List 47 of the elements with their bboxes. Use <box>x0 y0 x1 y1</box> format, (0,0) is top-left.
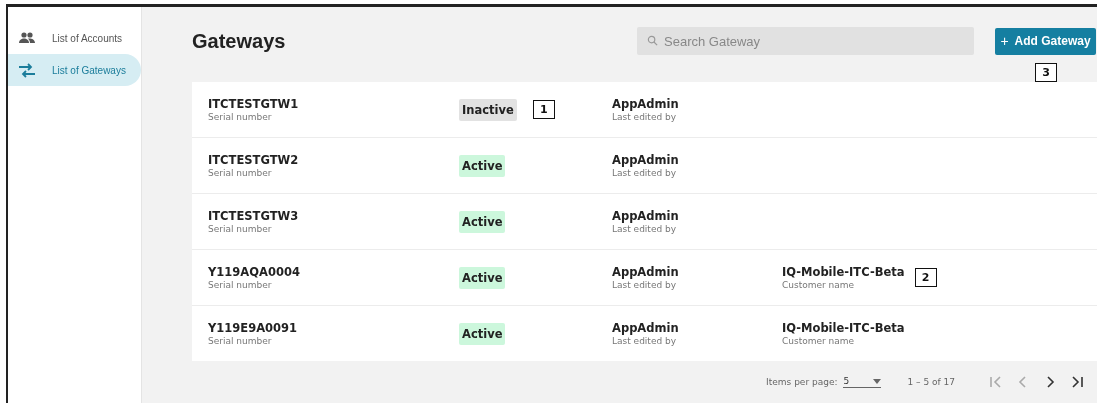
swap-arrows-icon <box>18 62 36 78</box>
callout-label: 3 <box>1035 63 1057 82</box>
field-label: Customer name <box>782 280 856 290</box>
caret-icon <box>873 378 882 384</box>
serial-number: Y119AQA0004 <box>208 265 301 279</box>
status-badge: Active <box>459 266 506 289</box>
items-per-page-label: Items per page: <box>766 377 838 387</box>
editor-name: AppAdmin <box>612 97 680 111</box>
field-label: Last edited by <box>612 224 678 234</box>
field-label: Customer name <box>782 336 856 346</box>
add-gateway-button[interactable]: + Add Gateway <box>995 27 1096 55</box>
field-label: Serial number <box>208 168 273 178</box>
status-badge: Active <box>459 210 506 233</box>
customer-name: IQ-Mobile-ITC-Beta <box>782 265 905 279</box>
field-label: Serial number <box>208 280 273 290</box>
callout-label: 1 <box>532 100 555 119</box>
page-title: Gateways <box>192 29 287 53</box>
status-badge: Inactive <box>459 98 517 121</box>
chevron-bar-icon <box>988 374 1004 390</box>
field-label: Serial number <box>208 336 273 346</box>
sidebar-item[interactable]: List of Accounts <box>8 22 141 54</box>
chevron-bar-icon <box>1069 374 1085 390</box>
field-label: Last edited by <box>612 168 678 178</box>
editor-name: AppAdmin <box>612 209 680 223</box>
page-range: 1 – 5 of 17 <box>907 377 955 387</box>
customer-name: IQ-Mobile-ITC-Beta <box>782 321 905 335</box>
editor-name: AppAdmin <box>612 153 680 167</box>
field-label: Last edited by <box>612 336 678 346</box>
status-badge: Active <box>459 154 506 177</box>
status-badge: Active <box>459 322 506 345</box>
field-label: Last edited by <box>612 112 678 122</box>
people-icon <box>18 30 36 46</box>
field-label: Serial number <box>208 224 273 234</box>
page-size-select[interactable]: 5 <box>843 376 882 388</box>
search-icon <box>647 35 658 46</box>
serial-number: ITCTESTGTW1 <box>208 97 300 111</box>
serial-number: ITCTESTGTW2 <box>208 153 300 167</box>
sidebar-item[interactable]: List of Gateways <box>8 54 141 86</box>
last-page-button[interactable] <box>1069 374 1085 390</box>
serial-number: Y119E9A0091 <box>208 321 299 335</box>
callout-label: 2 <box>914 268 937 287</box>
editor-name: AppAdmin <box>612 321 680 335</box>
search-field[interactable]: Search Gateway <box>637 27 974 55</box>
serial-number: ITCTESTGTW3 <box>208 209 300 223</box>
field-label: Last edited by <box>612 280 678 290</box>
editor-name: AppAdmin <box>612 265 680 279</box>
field-label: Serial number <box>208 112 273 122</box>
